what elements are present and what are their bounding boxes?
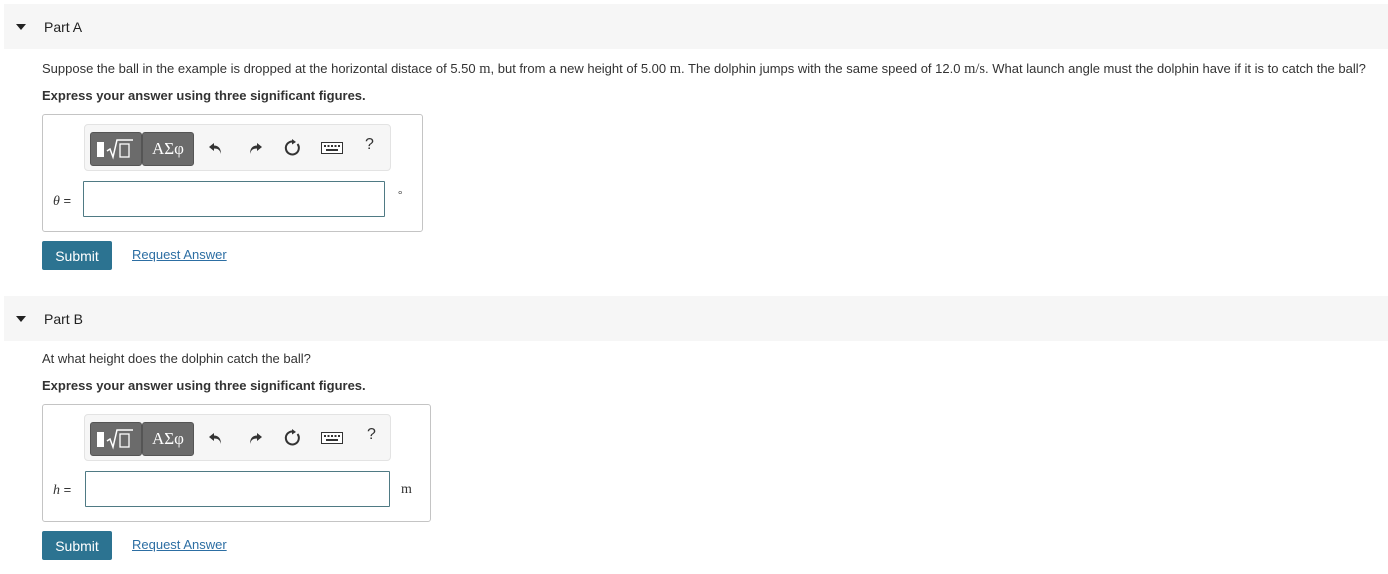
part-b-header[interactable]: Part B <box>4 296 1388 341</box>
greek-symbols-label: ΑΣφ <box>152 139 184 158</box>
unit-meters: m <box>479 61 491 77</box>
templates-button[interactable] <box>90 132 142 166</box>
question-text: . What launch angle must the dolphin hav… <box>985 61 1366 76</box>
part-a-question: Suppose the ball in the example is dropp… <box>42 61 1366 78</box>
part-b-question: At what height does the dolphin catch th… <box>42 351 311 366</box>
reset-icon[interactable] <box>282 427 304 449</box>
theta-answer-input[interactable] <box>83 181 385 217</box>
answer-unit-degrees: ° <box>398 189 403 201</box>
help-icon[interactable]: ? <box>367 426 376 444</box>
question-text: , but from a new height of 5.00 <box>490 61 670 76</box>
redo-icon[interactable] <box>244 427 266 449</box>
h-symbol: h <box>53 483 60 498</box>
answer-variable-label: θ = <box>53 193 71 210</box>
templates-button[interactable] <box>90 422 142 456</box>
submit-button[interactable]: Submit <box>42 241 112 270</box>
equals-sign: = <box>60 482 72 497</box>
theta-symbol: θ <box>53 194 60 209</box>
unit-meters-per-second: m/s <box>964 61 986 77</box>
help-icon[interactable]: ? <box>365 136 374 154</box>
submit-button[interactable]: Submit <box>42 531 112 560</box>
part-b-answer-box: ΑΣφ ? h = m <box>42 404 431 522</box>
equals-sign: = <box>59 193 72 208</box>
math-toolbar: ΑΣφ ? <box>84 414 391 461</box>
part-a-answer-box: ΑΣφ ? θ = ° <box>42 114 423 232</box>
request-answer-link[interactable]: Request Answer <box>132 247 227 262</box>
part-a-header[interactable]: Part A <box>4 4 1388 49</box>
height-answer-input[interactable] <box>85 471 390 507</box>
question-text: Suppose the ball in the example is dropp… <box>42 61 480 76</box>
answer-unit-meters: m <box>401 482 412 497</box>
greek-symbols-label: ΑΣφ <box>152 429 184 448</box>
templates-icon <box>97 139 133 160</box>
part-a-title: Part A <box>44 18 83 35</box>
collapse-caret-icon[interactable] <box>16 23 26 30</box>
unit-meters: m <box>669 61 682 77</box>
part-b-title: Part B <box>44 310 83 327</box>
part-b-instruction: Express your answer using three signific… <box>42 378 366 393</box>
question-text: . The dolphin jumps with the same speed … <box>681 61 965 76</box>
reset-icon[interactable] <box>282 137 304 159</box>
keyboard-icon[interactable] <box>320 137 344 159</box>
redo-icon[interactable] <box>244 137 266 159</box>
greek-symbols-button[interactable]: ΑΣφ <box>142 132 194 166</box>
question-text: At what height does the dolphin catch th… <box>42 351 311 366</box>
templates-icon <box>97 429 133 450</box>
undo-icon[interactable] <box>205 137 227 159</box>
undo-icon[interactable] <box>205 427 227 449</box>
keyboard-icon[interactable] <box>320 427 344 449</box>
math-toolbar: ΑΣφ ? <box>84 124 391 171</box>
collapse-caret-icon[interactable] <box>16 315 26 322</box>
greek-symbols-button[interactable]: ΑΣφ <box>142 422 194 456</box>
answer-variable-label: h = <box>53 482 71 499</box>
request-answer-link[interactable]: Request Answer <box>132 537 227 552</box>
part-a-instruction: Express your answer using three signific… <box>42 88 366 103</box>
